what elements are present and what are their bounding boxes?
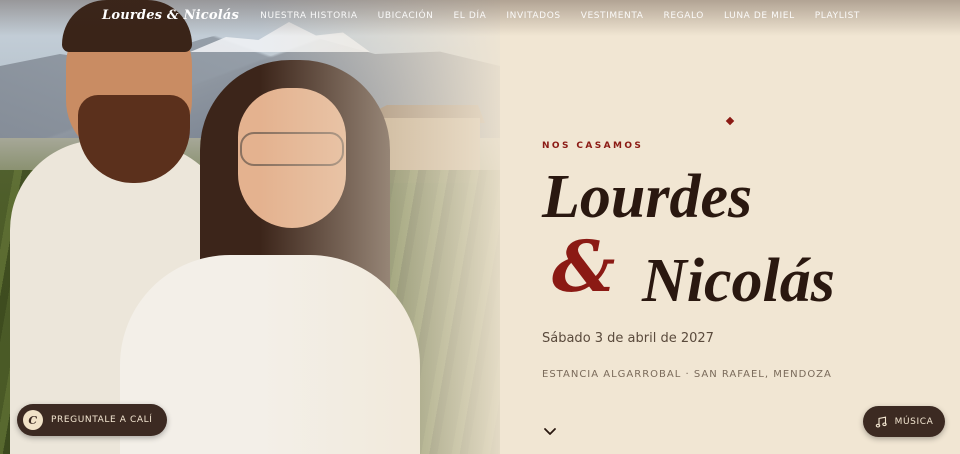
ask-assistant-button[interactable]: C PREGUNTALE A CALÍ xyxy=(17,404,167,436)
hero-name-groom: Nicolás xyxy=(642,247,835,315)
diamond-ornament xyxy=(725,116,735,126)
hero-name-bride: Lourdes xyxy=(542,163,753,231)
nav-item-playlist[interactable]: PLAYLIST xyxy=(815,11,860,21)
nav-item-luna-de-miel[interactable]: LUNA DE MIEL xyxy=(724,11,795,21)
wedding-date: Sábado 3 de abril de 2027 xyxy=(542,331,714,346)
brand-logo-link[interactable]: Lourdes & Nicolás xyxy=(102,8,239,23)
wedding-venue: ESTANCIA ALGARROBAL · SAN RAFAEL, MENDOZ… xyxy=(542,369,832,380)
nav-item-el-dia[interactable]: EL DÍA xyxy=(454,11,487,21)
nav-item-vestimenta[interactable]: VESTIMENTA xyxy=(581,11,644,21)
nav-item-nuestra-historia[interactable]: NUESTRA HISTORIA xyxy=(260,11,358,21)
hero-ampersand: & xyxy=(552,225,616,308)
chevron-down-icon[interactable] xyxy=(543,426,557,438)
ask-assistant-label: PREGUNTALE A CALÍ xyxy=(51,415,153,425)
music-note-icon xyxy=(875,416,887,427)
nav-item-ubicacion[interactable]: UBICACIÓN xyxy=(378,11,434,21)
nav-item-regalo[interactable]: REGALO xyxy=(664,11,704,21)
assistant-avatar: C xyxy=(23,410,43,430)
music-button[interactable]: MÚSICA xyxy=(863,406,945,437)
music-label: MÚSICA xyxy=(894,416,934,427)
photo-fade-overlay xyxy=(260,0,520,454)
hero-eyebrow: NOS CASAMOS xyxy=(542,141,644,151)
main-nav: NUESTRA HISTORIA UBICACIÓN EL DÍA INVITA… xyxy=(260,11,860,21)
nav-item-invitados[interactable]: INVITADOS xyxy=(506,11,560,21)
